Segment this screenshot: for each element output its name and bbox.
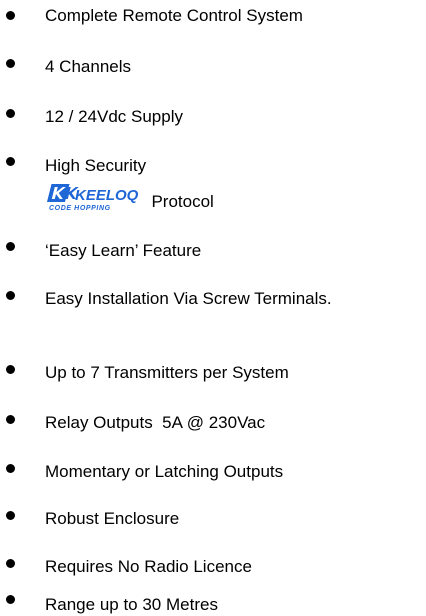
bullet-icon — [6, 511, 15, 520]
feature-label: Requires No Radio Licence — [45, 557, 252, 576]
keeloq-protocol-line: KEELOQ CODE HOPPING Protocol — [45, 182, 214, 212]
protocol-label: Protocol — [151, 192, 214, 211]
bullet-icon — [6, 415, 15, 424]
bullet-icon — [6, 291, 15, 300]
bullet-icon — [6, 464, 15, 473]
feature-label: Easy Installation Via Screw Terminals. — [45, 289, 332, 308]
feature-label: Momentary or Latching Outputs — [45, 462, 284, 481]
bullet-icon — [6, 595, 15, 604]
bullet-icon — [6, 242, 15, 251]
keeloq-logo-text: KEELOQ — [75, 187, 139, 204]
feature-label: 12 / 24Vdc Supply — [45, 107, 183, 126]
bullet-icon — [6, 109, 15, 118]
feature-label: Relay Outputs 5A @ 230Vac — [45, 413, 266, 432]
feature-label: Up to 7 Transmitters per System — [45, 363, 289, 382]
bullet-icon — [6, 559, 15, 568]
feature-label: Robust Enclosure — [45, 509, 180, 528]
bullet-icon — [6, 59, 15, 68]
feature-label: 4 Channels — [45, 57, 132, 76]
feature-label: ‘Easy Learn’ Feature — [45, 241, 202, 260]
feature-list: Complete Remote Control System 4 Channel… — [0, 0, 426, 616]
bullet-icon — [6, 157, 15, 166]
feature-label: Range up to 30 Metres — [45, 595, 218, 614]
feature-label: High Security — [45, 156, 147, 175]
bullet-icon — [6, 365, 15, 374]
feature-label: Complete Remote Control System — [45, 6, 303, 25]
keeloq-logo-icon: KEELOQ CODE HOPPING — [47, 184, 139, 212]
keeloq-logo-subtext: CODE HOPPING — [49, 205, 111, 212]
bullet-icon — [6, 11, 15, 20]
